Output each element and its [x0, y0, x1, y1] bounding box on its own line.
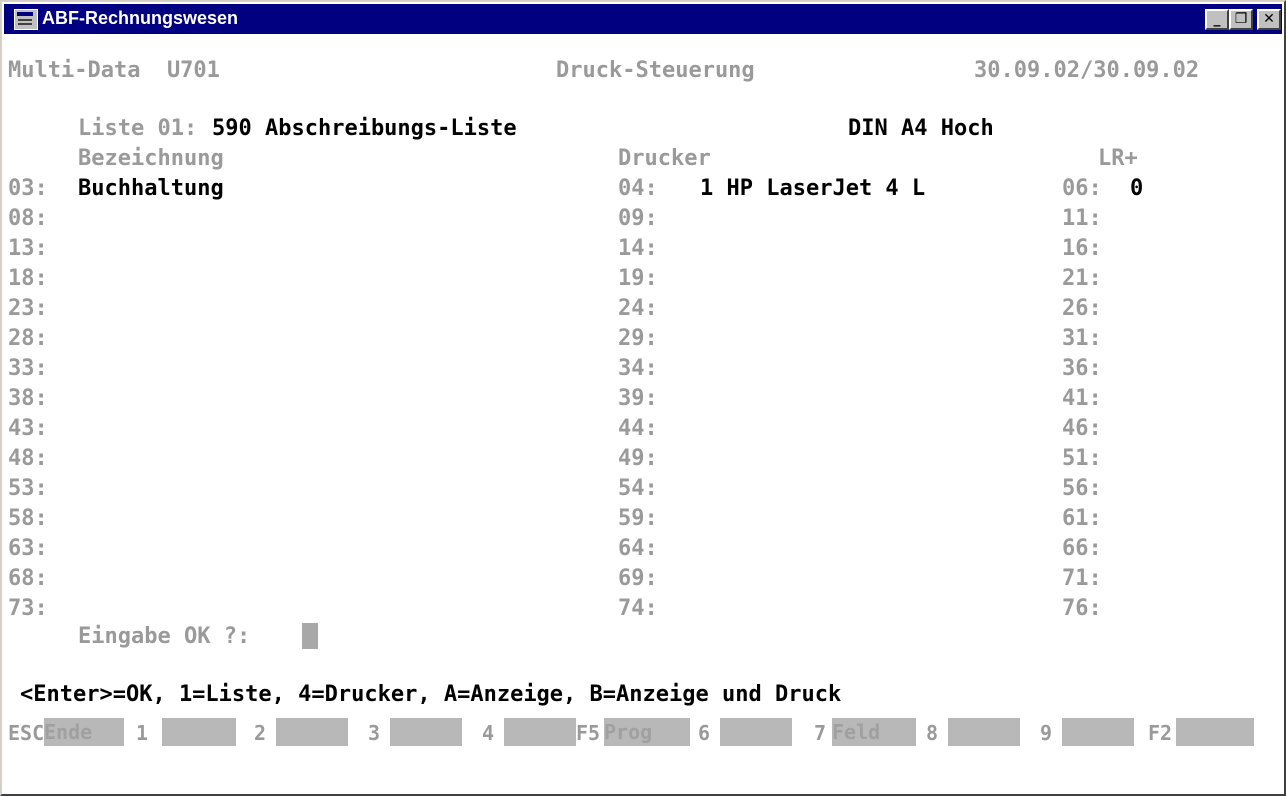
fkey-esc-key: ESC [8, 721, 45, 745]
row-field-label: 74: [618, 596, 658, 621]
row-field-label: 14: [618, 236, 658, 261]
close-button[interactable]: ✕ [1257, 9, 1281, 30]
row-field-label: 56: [1062, 476, 1102, 501]
row-field-label: 51: [1062, 446, 1102, 471]
row-field-label: 38: [8, 386, 48, 411]
row-field-label: 64: [618, 536, 658, 561]
prompt-input[interactable] [302, 623, 318, 649]
prompt-label: Eingabe OK ?: [78, 624, 251, 649]
row-field-label: 11: [1062, 206, 1102, 231]
help-line: <Enter>=OK, 1=Liste, 4=Drucker, A=Anzeig… [20, 682, 842, 707]
fkey-3-label[interactable] [390, 718, 462, 746]
app-window: ABF-Rechnungswesen _ ❐ ✕ Multi-Data U701… [0, 0, 1286, 796]
row-field-label: 28: [8, 326, 48, 351]
row-field-label: 03: [8, 176, 48, 201]
header-center: Druck-Steuerung [556, 58, 755, 83]
fkey-2-key: 2 [254, 721, 267, 745]
fkey-6-label[interactable] [720, 718, 792, 746]
row-field-label: 76: [1062, 596, 1102, 621]
maximize-button[interactable]: ❐ [1229, 9, 1253, 30]
row-field-label: 59: [618, 506, 658, 531]
fkey-7-label[interactable]: Feld [832, 718, 916, 746]
title-bar[interactable]: ABF-Rechnungswesen _ ❐ ✕ [4, 4, 1282, 34]
column-drucker: Drucker [618, 146, 711, 171]
fkey-f5-key: F5 [576, 721, 601, 745]
fkey-1-key: 1 [136, 721, 149, 745]
fkey-2-label[interactable] [276, 718, 348, 746]
fkey-7-key: 7 [814, 721, 827, 745]
minimize-button[interactable]: _ [1205, 9, 1229, 30]
row-field-label: 71: [1062, 566, 1102, 591]
fkey-6-key: 6 [698, 721, 711, 745]
row-field-label: 41: [1062, 386, 1102, 411]
row-field-label: 46: [1062, 416, 1102, 441]
row-field-label: 16: [1062, 236, 1102, 261]
row-field-value[interactable]: Buchhaltung [78, 174, 224, 204]
row-field-label: 53: [8, 476, 48, 501]
row-field-label: 63: [8, 536, 48, 561]
row-field-label: 23: [8, 296, 48, 321]
fkey-f2-label[interactable] [1176, 718, 1254, 746]
row-field-label: 08: [8, 206, 48, 231]
header-left: Multi-Data U701 [8, 58, 220, 83]
row-field-label: 36: [1062, 356, 1102, 381]
row-field-label: 48: [8, 446, 48, 471]
row-field-label: 34: [618, 356, 658, 381]
row-field-label: 43: [8, 416, 48, 441]
fkey-9-key: 9 [1040, 721, 1053, 745]
row-field-label: 58: [8, 506, 48, 531]
row-field-value[interactable]: 0 [1130, 174, 1143, 204]
row-field-label: 61: [1062, 506, 1102, 531]
fkey-f2-key: F2 [1148, 721, 1173, 745]
list-value[interactable]: 590 Abschreibungs-Liste [212, 114, 517, 144]
terminal-screen: Multi-Data U701 Druck-Steuerung 30.09.02… [6, 36, 1282, 794]
fkey-3-key: 3 [368, 721, 381, 745]
fkey-f5-label[interactable]: Prog [604, 718, 690, 746]
fkey-8-key: 8 [926, 721, 939, 745]
fkey-4-label[interactable] [504, 718, 576, 746]
list-label: Liste 01: [78, 116, 198, 141]
column-bezeichnung: Bezeichnung [78, 146, 224, 171]
row-field-label: 09: [618, 206, 658, 231]
row-field-label: 33: [8, 356, 48, 381]
row-field-label: 04: [618, 176, 658, 201]
row-field-label: 06: [1062, 176, 1102, 201]
row-field-label: 44: [618, 416, 658, 441]
fkey-4-key: 4 [482, 721, 495, 745]
header-date: 30.09.02/30.09.02 [974, 58, 1200, 83]
column-lr: LR+ [1098, 146, 1138, 171]
row-field-label: 13: [8, 236, 48, 261]
row-field-label: 31: [1062, 326, 1102, 351]
row-field-label: 29: [618, 326, 658, 351]
row-field-label: 49: [618, 446, 658, 471]
fkey-esc-label[interactable]: Ende [44, 718, 124, 746]
row-field-label: 26: [1062, 296, 1102, 321]
row-field-label: 18: [8, 266, 48, 291]
fkey-9-label[interactable] [1062, 718, 1134, 746]
paper-format: DIN A4 Hoch [848, 116, 994, 141]
row-field-label: 24: [618, 296, 658, 321]
fkey-8-label[interactable] [948, 718, 1020, 746]
row-field-label: 39: [618, 386, 658, 411]
row-field-label: 19: [618, 266, 658, 291]
row-field-label: 73: [8, 596, 48, 621]
row-field-label: 69: [618, 566, 658, 591]
row-field-label: 68: [8, 566, 48, 591]
row-field-label: 66: [1062, 536, 1102, 561]
row-field-value[interactable]: 1 HP LaserJet 4 L [700, 174, 925, 204]
window-title: ABF-Rechnungswesen [42, 8, 239, 28]
fkey-1-label[interactable] [162, 718, 236, 746]
app-icon[interactable] [14, 9, 38, 30]
row-field-label: 54: [618, 476, 658, 501]
row-field-label: 21: [1062, 266, 1102, 291]
